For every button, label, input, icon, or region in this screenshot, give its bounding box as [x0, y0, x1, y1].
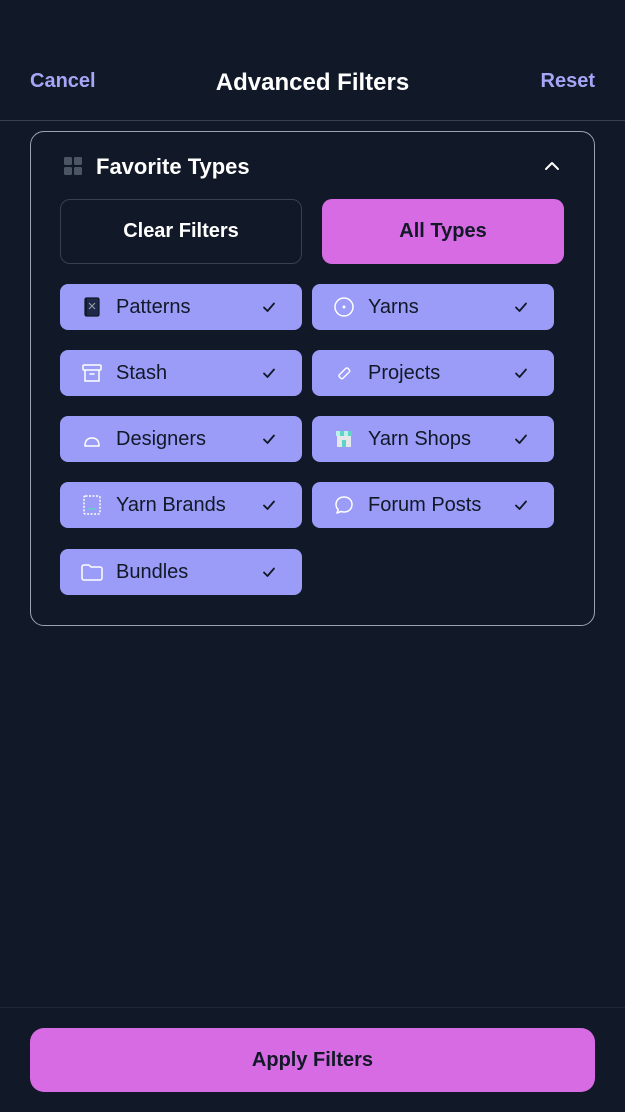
chevron-up-icon[interactable] [544, 158, 560, 174]
tag-frame-icon [83, 495, 101, 515]
check-icon [263, 302, 275, 312]
chip-designers[interactable]: Designers [60, 416, 302, 462]
chip-yarns[interactable]: Yarns [312, 284, 554, 330]
folder-icon [81, 564, 103, 581]
chip-yarn-brands[interactable]: Yarn Brands [60, 482, 302, 528]
clear-filters-button[interactable]: Clear Filters [60, 199, 302, 264]
chip-label: Yarn Brands [116, 493, 226, 516]
chat-bubble-icon [335, 496, 353, 514]
person-icon [84, 437, 100, 447]
section-title: Favorite Types [96, 154, 250, 179]
favorite-types-panel: Favorite Types Clear Filters All Types P… [30, 131, 595, 626]
page-title: Advanced Filters [215, 69, 410, 96]
shop-icon [336, 431, 352, 447]
chip-label: Forum Posts [368, 493, 482, 516]
reset-button[interactable]: Reset [541, 70, 595, 93]
chip-bundles[interactable]: Bundles [60, 549, 302, 595]
check-icon [263, 567, 275, 577]
box-icon [82, 364, 102, 382]
all-types-button[interactable]: All Types [322, 199, 564, 264]
apply-filters-button[interactable]: Apply Filters [30, 1028, 595, 1092]
chip-label: Designers [116, 427, 207, 450]
chip-yarn-shops[interactable]: Yarn Shops [312, 416, 554, 462]
chip-label: Yarn Shops [368, 427, 472, 450]
footer: Apply Filters [0, 1007, 625, 1112]
check-icon [515, 302, 527, 312]
check-icon [263, 500, 275, 510]
header: Cancel Advanced Filters Reset [0, 0, 625, 121]
chip-label: Bundles [116, 560, 189, 583]
chip-label: Patterns [116, 295, 191, 318]
check-icon [515, 368, 527, 378]
yarn-ball-icon [334, 297, 354, 317]
check-icon [263, 368, 275, 378]
grid-icon [64, 157, 82, 175]
book-icon [84, 297, 100, 317]
check-icon [515, 434, 527, 444]
chip-forum-posts[interactable]: Forum Posts [312, 482, 554, 528]
check-icon [515, 500, 527, 510]
chip-stash[interactable]: Stash [60, 350, 302, 396]
chip-label: Projects [368, 361, 441, 384]
chip-label: Yarns [368, 295, 419, 318]
chip-projects[interactable]: Projects [312, 350, 554, 396]
check-icon [263, 434, 275, 444]
chip-label: Stash [116, 361, 168, 384]
chip-patterns[interactable]: Patterns [60, 284, 302, 330]
needle-icon [338, 367, 351, 380]
